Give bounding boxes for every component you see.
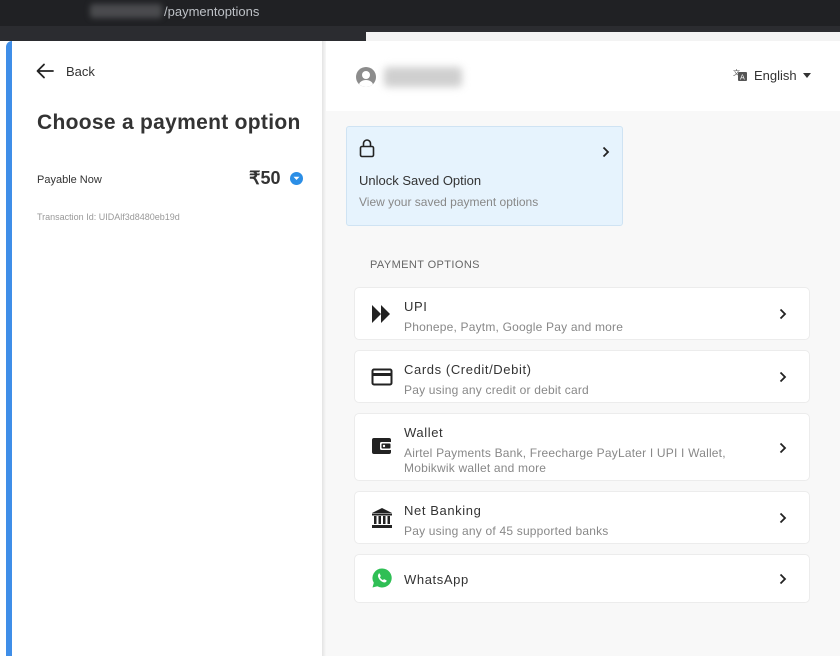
- unlock-title: Unlock Saved Option: [359, 173, 482, 188]
- option-subtitle: Pay using any of 45 supported banks: [404, 524, 609, 538]
- transaction-id: Transaction Id: UIDAlf3d8480eb19d: [37, 212, 180, 222]
- browser-url-bar[interactable]: /paymentoptions: [0, 0, 840, 26]
- option-title: WhatsApp: [404, 572, 469, 587]
- whatsapp-icon: [372, 568, 392, 588]
- svg-text:文: 文: [733, 68, 740, 77]
- caret-down-icon: [802, 72, 811, 78]
- url-path: /paymentoptions: [164, 4, 260, 19]
- amount-details-toggle[interactable]: [290, 172, 303, 185]
- chevron-right-icon: [602, 146, 610, 158]
- avatar: [356, 67, 376, 87]
- option-title: UPI: [404, 299, 428, 314]
- chevron-right-icon: [779, 442, 787, 454]
- chevron-down-icon: [293, 176, 300, 180]
- payment-option-cards[interactable]: Cards (Credit/Debit) Pay using any credi…: [354, 350, 810, 403]
- card-icon: [371, 368, 393, 386]
- unlock-subtitle: View your saved payment options: [359, 195, 539, 209]
- browser-strip: [0, 26, 840, 41]
- option-subtitle: Airtel Payments Bank, Freecharge PayLate…: [404, 446, 726, 475]
- option-subtitle: Pay using any credit or debit card: [404, 383, 589, 397]
- payment-option-whatsapp[interactable]: WhatsApp: [354, 554, 810, 603]
- page-title: Choose a payment option: [37, 111, 301, 134]
- translate-icon: 文 A: [733, 68, 747, 82]
- back-label: Back: [66, 63, 95, 79]
- option-subtitle: Phonepe, Paytm, Google Pay and more: [404, 320, 624, 334]
- option-title: Wallet: [404, 425, 444, 440]
- language-selector[interactable]: 文 A English: [732, 67, 811, 83]
- upi-icon: [372, 305, 390, 323]
- back-button[interactable]: Back: [36, 63, 95, 79]
- chevron-right-icon: [779, 308, 787, 320]
- payment-option-net-banking[interactable]: Net Banking Pay using any of 45 supporte…: [354, 491, 810, 544]
- url-domain-redacted: [90, 4, 162, 18]
- payment-option-wallet[interactable]: Wallet Airtel Payments Bank, Freecharge …: [354, 413, 810, 481]
- option-title: Cards (Credit/Debit): [404, 362, 532, 377]
- lock-icon: [359, 139, 375, 158]
- language-label: English: [754, 67, 797, 83]
- wallet-icon: [372, 438, 392, 454]
- payment-option-upi[interactable]: UPI Phonepe, Paytm, Google Pay and more: [354, 287, 810, 340]
- chevron-right-icon: [779, 512, 787, 524]
- bank-icon: [372, 508, 392, 528]
- svg-text:A: A: [740, 74, 745, 82]
- user-header: 文 A English: [326, 41, 840, 111]
- option-title: Net Banking: [404, 503, 482, 518]
- order-summary-panel: Back Choose a payment option Payable Now…: [12, 41, 324, 656]
- payable-now-label: Payable Now: [37, 174, 102, 186]
- chevron-right-icon: [779, 573, 787, 585]
- payable-amount: ₹50: [249, 168, 281, 188]
- user-name-redacted: [384, 67, 462, 87]
- arrow-left-icon: [36, 63, 54, 79]
- payment-options-panel: 文 A English Unlock Saved Option View you…: [326, 41, 840, 656]
- chevron-right-icon: [779, 371, 787, 383]
- unlock-saved-option-card[interactable]: Unlock Saved Option View your saved paym…: [346, 126, 623, 226]
- payment-options-heading: PAYMENT OPTIONS: [370, 259, 480, 271]
